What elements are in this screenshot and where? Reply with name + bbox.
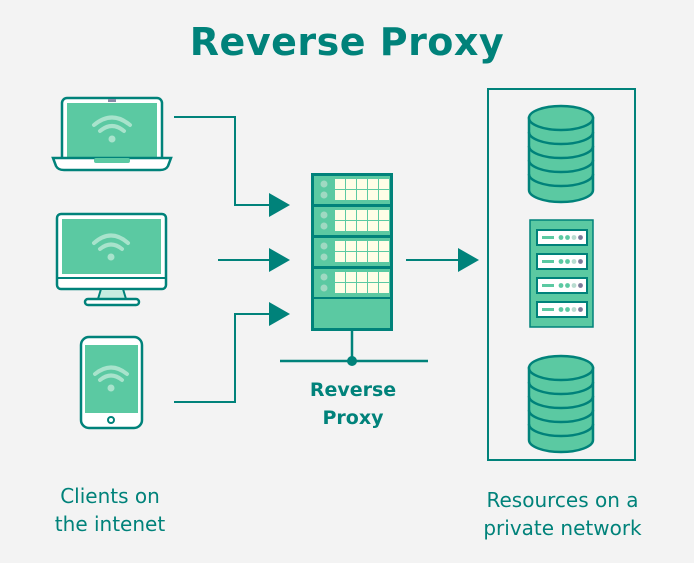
server-unit: [314, 238, 390, 266]
resources-label-line1: Resources on a: [486, 488, 639, 512]
resources-label-line2: private network: [483, 516, 642, 540]
tablet-connector: [174, 313, 272, 403]
server-rack-icon: [529, 219, 594, 328]
rack-unit: [536, 229, 588, 246]
clients-label: Clients on the intenet: [30, 482, 190, 538]
diagram-canvas: [51, 88, 636, 461]
rack-unit: [536, 301, 588, 318]
rack-unit: [536, 277, 588, 294]
server-unit: [314, 269, 390, 297]
resources-label: Resources on a private network: [455, 486, 670, 542]
arrowheads: [269, 193, 290, 326]
laptop-connector: [174, 116, 272, 206]
arrow-icon: [269, 302, 290, 326]
arrow-icon: [269, 193, 290, 217]
arrow-icon: [269, 248, 290, 272]
server-unit: [314, 176, 390, 204]
client-connectors: [174, 116, 272, 403]
proxy-label-line1: Reverse: [309, 379, 397, 401]
proxy-server-icon: [280, 173, 428, 366]
proxy-label: Reverse Proxy: [288, 376, 418, 432]
clients-label-line2: the intenet: [54, 512, 166, 536]
database-icon: [527, 104, 595, 204]
rack-unit: [536, 253, 588, 270]
server-unit: [314, 207, 390, 235]
arrow-icon: [458, 248, 479, 272]
desktop-monitor-icon: [55, 212, 168, 307]
clients-label-line1: Clients on: [60, 484, 160, 508]
laptop-icon: [51, 96, 173, 172]
database-icon: [527, 354, 595, 454]
proxy-label-line2: Proxy: [322, 407, 384, 429]
tablet-icon: [79, 335, 144, 430]
